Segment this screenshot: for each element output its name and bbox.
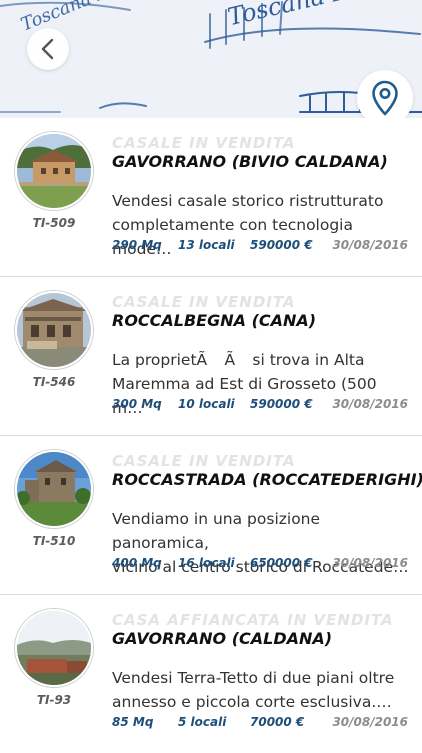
listing-photo bbox=[15, 450, 93, 528]
listing-list: TI-509 CASALE IN VENDITA GAVORRANO (BIVI… bbox=[0, 118, 422, 753]
listing-code: TI-546 bbox=[32, 375, 76, 389]
listing-area: 300 Mq bbox=[112, 397, 162, 411]
listing-area: 290 Mq bbox=[112, 238, 162, 252]
listing-title: GAVORRANO (BIVIO CALDANA) bbox=[112, 152, 388, 171]
listing-area: 85 Mq bbox=[112, 715, 154, 729]
listing-type: CASALE IN VENDITA bbox=[112, 452, 296, 470]
listing-description: Vendesi Terra-Tetto di due piani oltre a… bbox=[112, 666, 410, 714]
listing-area: 400 Mq bbox=[112, 556, 162, 570]
listing-item[interactable]: TI-546 CASALE IN VENDITA ROCCALBEGNA (CA… bbox=[0, 277, 422, 436]
listing-title: ROCCALBEGNA (CANA) bbox=[112, 311, 317, 330]
listing-type: CASALE IN VENDITA bbox=[112, 134, 296, 152]
listing-photo bbox=[15, 132, 93, 210]
listing-price: 590000 € bbox=[250, 238, 313, 252]
back-button[interactable] bbox=[27, 28, 69, 70]
listing-item[interactable]: TI-510 CASALE IN VENDITA ROCCASTRADA (RO… bbox=[0, 436, 422, 595]
listing-item[interactable]: TI-509 CASALE IN VENDITA GAVORRANO (BIVI… bbox=[0, 118, 422, 277]
listing-photo bbox=[15, 609, 93, 687]
listing-description-line: annesso e piccola corte esclusiva.… bbox=[112, 693, 392, 711]
listing-code: TI-93 bbox=[36, 693, 72, 707]
listing-title: ROCCASTRADA (ROCCATEDERIGHI) bbox=[112, 470, 422, 489]
header-banner: Toscana Immobili Toscana Immobili bbox=[0, 0, 422, 118]
listing-price: 70000 € bbox=[250, 715, 305, 729]
listing-code: TI-509 bbox=[32, 216, 76, 230]
listing-rooms: 5 locali bbox=[178, 715, 227, 729]
listing-price: 650000 € bbox=[250, 556, 313, 570]
listing-date: 30/08/2016 bbox=[332, 556, 408, 570]
listing-code: TI-510 bbox=[32, 534, 76, 548]
listing-description-line: La proprietÃ Ã si trova in Alta bbox=[112, 351, 365, 369]
listing-meta: 290 Mq 13 locali 590000 € 30/08/2016 bbox=[112, 238, 408, 254]
listing-date: 30/08/2016 bbox=[332, 715, 408, 729]
listing-title: GAVORRANO (CALDANA) bbox=[112, 629, 333, 648]
listing-description-line: Vendiamo in una posizione panoramica, bbox=[112, 510, 321, 552]
listing-meta: 85 Mq 5 locali 70000 € 30/08/2016 bbox=[112, 715, 408, 731]
listing-description-line: Vendesi casale storico ristrutturato bbox=[112, 192, 384, 210]
listing-item[interactable]: TI-93 CASA AFFIANCATA IN VENDITA GAVORRA… bbox=[0, 595, 422, 753]
listing-rooms: 16 locali bbox=[178, 556, 235, 570]
listing-type: CASALE IN VENDITA bbox=[112, 293, 296, 311]
listing-rooms: 10 locali bbox=[178, 397, 235, 411]
listing-rooms: 13 locali bbox=[178, 238, 235, 252]
listing-meta: 300 Mq 10 locali 590000 € 30/08/2016 bbox=[112, 397, 408, 413]
map-pin-icon bbox=[372, 80, 398, 116]
map-button[interactable] bbox=[357, 70, 413, 118]
listing-price: 590000 € bbox=[250, 397, 313, 411]
listing-date: 30/08/2016 bbox=[332, 397, 408, 411]
listing-meta: 400 Mq 16 locali 650000 € 30/08/2016 bbox=[112, 556, 408, 572]
chevron-left-icon bbox=[41, 38, 54, 60]
listing-description-line: Vendesi Terra-Tetto di due piani oltre bbox=[112, 669, 395, 687]
listing-date: 30/08/2016 bbox=[332, 238, 408, 252]
listing-photo bbox=[15, 291, 93, 369]
listing-type: CASA AFFIANCATA IN VENDITA bbox=[112, 611, 394, 629]
